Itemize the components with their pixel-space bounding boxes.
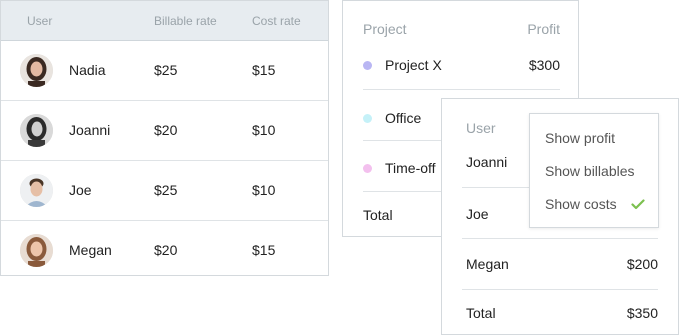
billable-rate: $20 (154, 242, 178, 258)
menu-item-show-profit[interactable]: Show profit (545, 130, 615, 146)
user-name: Megan (69, 242, 112, 258)
billable-rate: $25 (154, 62, 178, 78)
header-user: User (466, 120, 496, 136)
user-name: Megan (466, 256, 509, 272)
user-name: Joanni (69, 122, 111, 138)
user-profit: $200 (626, 256, 658, 272)
table-row[interactable]: Joanni $20 $10 (1, 101, 328, 161)
project-card-header: Project Profit (343, 1, 578, 49)
avatar (20, 54, 53, 87)
checkmark-icon (631, 197, 645, 215)
project-name: Project X (385, 57, 442, 73)
project-profit: $300 (528, 57, 560, 73)
project-color-dot (363, 114, 372, 123)
total-value: $350 (626, 305, 658, 321)
table-row[interactable]: Joe $25 $10 (1, 161, 328, 221)
menu-item-show-costs[interactable]: Show costs (545, 196, 617, 212)
header-cost-rate: Cost rate (252, 14, 301, 28)
total-label: Total (466, 305, 496, 321)
billable-rate: $20 (154, 122, 178, 138)
header-project: Project (363, 21, 407, 37)
project-color-dot (363, 164, 372, 173)
users-rates-table: User Billable rate Cost rate Nadia $25 $… (0, 0, 329, 276)
list-item[interactable]: Megan $200 (466, 256, 658, 272)
table-row[interactable]: Nadia $25 $15 (1, 41, 328, 101)
cost-rate: $10 (252, 122, 276, 138)
avatar (20, 114, 53, 147)
table-row[interactable]: Megan $20 $15 (1, 221, 328, 280)
display-options-dropdown: Show profit Show billables Show costs (529, 113, 659, 228)
divider (462, 289, 658, 290)
billable-rate: $25 (154, 182, 178, 198)
divider (363, 89, 560, 90)
header-user: User (27, 14, 53, 28)
table-header: User Billable rate Cost rate (1, 1, 328, 41)
avatar (20, 174, 53, 207)
total-row: Total $350 (466, 305, 658, 321)
user-name: Joe (466, 206, 489, 222)
project-color-dot (363, 61, 372, 70)
cost-rate: $15 (252, 242, 276, 258)
header-profit: Profit (527, 21, 560, 37)
user-name: Nadia (69, 62, 106, 78)
user-name: Joanni (466, 154, 508, 170)
cost-rate: $10 (252, 182, 276, 198)
project-name: Time-off (385, 160, 436, 176)
cost-rate: $15 (252, 62, 276, 78)
avatar (20, 234, 53, 267)
project-name: Office (385, 110, 422, 126)
header-billable-rate: Billable rate (154, 14, 217, 28)
project-total-label: Total (363, 207, 393, 223)
divider (462, 238, 658, 239)
menu-item-show-billables[interactable]: Show billables (545, 163, 635, 179)
user-name: Joe (69, 182, 92, 198)
